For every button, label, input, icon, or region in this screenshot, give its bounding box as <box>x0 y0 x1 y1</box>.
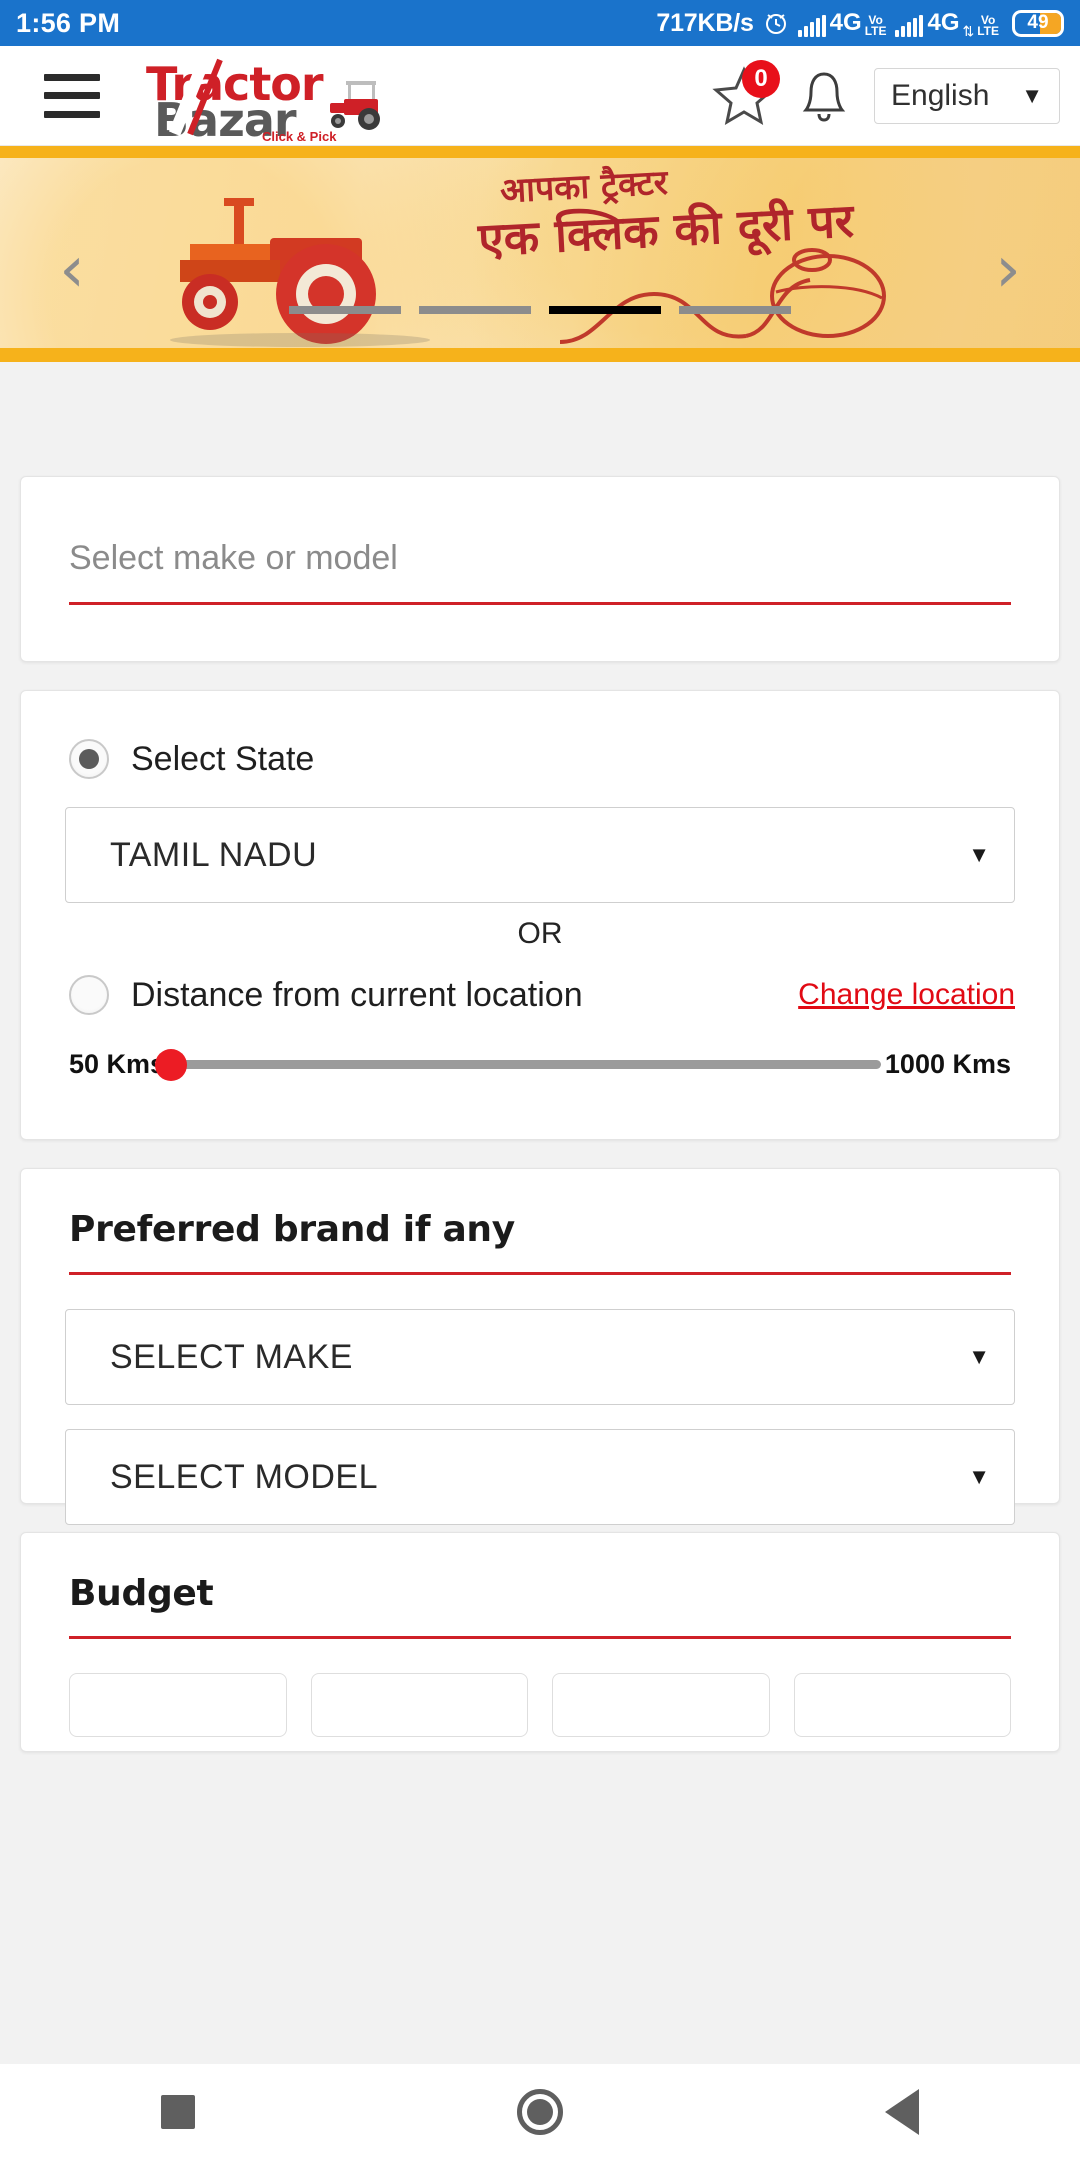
state-select[interactable]: TAMIL NADU ▼ <box>65 807 1015 903</box>
budget-chip[interactable] <box>552 1673 770 1737</box>
app-header: Tractor Bazar Click & Pick 0 English ▼ <box>0 46 1080 147</box>
carousel-indicator[interactable] <box>419 306 531 314</box>
budget-chip[interactable] <box>310 1673 528 1737</box>
android-navigation-bar <box>0 2064 1080 2160</box>
model-select-wrapper[interactable]: SELECT MODEL ▼ <box>21 1405 1059 1525</box>
square-recents-icon[interactable] <box>161 2095 195 2129</box>
budget-chip-row[interactable] <box>21 1639 1059 1737</box>
carousel-indicator-active[interactable] <box>549 306 661 314</box>
network-speed-text: 717KB/s <box>656 8 754 37</box>
make-select-value: SELECT MAKE <box>110 1337 353 1376</box>
state-select-value: TAMIL NADU <box>110 835 318 874</box>
distance-slider-track[interactable] <box>155 1048 881 1081</box>
search-input[interactable]: Select make or model <box>69 539 1011 578</box>
state-select-wrapper[interactable]: TAMIL NADU ▼ <box>21 779 1059 903</box>
budget-header: Budget <box>21 1533 1059 1639</box>
alarm-clock-icon <box>763 10 789 36</box>
language-value: English <box>891 78 990 112</box>
favorites-button[interactable]: 0 <box>712 59 780 128</box>
app-logo[interactable]: Tractor Bazar Click & Pick <box>142 53 382 147</box>
model-select[interactable]: SELECT MODEL ▼ <box>65 1429 1015 1525</box>
favorites-badge: 0 <box>742 59 780 98</box>
status-bar: 1:56 PM 717KB/s 4G Vo LTE 4G ⇅ Vo LTE 49 <box>0 0 1080 46</box>
chevron-down-icon: ▼ <box>968 1464 990 1489</box>
or-divider-label: OR <box>517 917 563 950</box>
carousel-next-button[interactable]: › <box>976 238 1040 306</box>
battery-icon: 49 <box>1012 9 1064 37</box>
model-select-value: SELECT MODEL <box>110 1457 379 1496</box>
budget-section-title: Budget <box>69 1573 214 1614</box>
phone-screen: 1:56 PM 717KB/s 4G Vo LTE 4G ⇅ Vo LTE 49… <box>0 0 1080 2160</box>
signal-bars-icon <box>797 15 826 37</box>
chevron-down-icon: ▼ <box>968 1344 990 1369</box>
select-state-radio-row[interactable]: Select State <box>21 691 1059 779</box>
circle-home-icon[interactable] <box>517 2089 563 2135</box>
search-field-wrapper[interactable]: Select make or model <box>69 539 1011 605</box>
signal-bars-icon-2 <box>895 15 924 37</box>
sim2-volte-icon: Vo LTE <box>977 13 999 38</box>
distance-radio-row[interactable]: Distance from current location Change lo… <box>21 951 1059 1015</box>
chevron-down-icon: ▼ <box>968 842 990 867</box>
distance-label: Distance from current location <box>131 975 583 1014</box>
data-transfer-icon: ⇅ <box>962 23 975 39</box>
bell-icon[interactable] <box>800 68 848 124</box>
carousel-indicator[interactable] <box>679 306 791 314</box>
select-state-label: Select State <box>131 739 315 778</box>
sim2-signal: 4G ⇅ Vo LTE <box>895 9 999 39</box>
brand-section-title: Preferred brand if any <box>69 1209 515 1250</box>
banner-bottom-strip <box>0 348 1080 362</box>
sim1-volte-icon: Vo LTE <box>864 13 887 38</box>
triangle-back-icon[interactable] <box>885 2089 919 2135</box>
carousel-indicator[interactable] <box>289 306 401 314</box>
brand-header: Preferred brand if any <box>21 1169 1059 1275</box>
search-card: Select make or model <box>20 476 1060 662</box>
logo-tagline: Click & Pick <box>262 128 337 144</box>
select-state-radio[interactable] <box>69 739 109 779</box>
change-location-link[interactable]: Change location <box>798 978 1015 1012</box>
sim1-network-label: 4G <box>829 9 862 36</box>
carousel-indicators[interactable] <box>0 306 1080 314</box>
sim1-signal: 4G Vo LTE <box>797 9 887 38</box>
search-underline <box>69 602 1011 605</box>
budget-chip[interactable] <box>69 1673 287 1737</box>
banner-top-strip <box>0 146 1080 158</box>
header-actions: 0 English ▼ <box>712 59 1060 128</box>
hero-carousel[interactable]: आपका ट्रैक्टर एक क्लिक की दूरी पर ‹ › <box>0 146 1080 362</box>
status-icons: 717KB/s 4G Vo LTE 4G ⇅ Vo LTE 49 <box>656 9 1064 38</box>
budget-card: Budget <box>20 1532 1060 1752</box>
tractor-illustration <box>170 198 430 347</box>
tractor-illustration-icon <box>330 80 380 130</box>
location-card: Select State TAMIL NADU ▼ OR Distance fr… <box>20 690 1060 1140</box>
hamburger-menu-icon[interactable] <box>44 73 100 118</box>
make-select[interactable]: SELECT MAKE ▼ <box>65 1309 1015 1405</box>
status-clock: 1:56 PM <box>16 7 121 38</box>
slider-min-label: 50 Kms <box>69 1049 166 1079</box>
distance-slider-row[interactable]: 50 Kms 1000 Kms <box>21 1015 1059 1081</box>
carousel-prev-button[interactable]: ‹ <box>40 238 104 306</box>
chevron-down-icon: ▼ <box>1021 82 1043 108</box>
slider-max-label: 1000 Kms <box>884 1049 1011 1079</box>
budget-chip[interactable] <box>793 1673 1011 1737</box>
distance-slider-thumb[interactable] <box>155 1048 188 1081</box>
distance-radio[interactable] <box>69 975 109 1015</box>
language-selector[interactable]: English ▼ <box>874 67 1060 124</box>
make-select-wrapper[interactable]: SELECT MAKE ▼ <box>21 1275 1059 1405</box>
battery-level-text: 49 <box>1027 12 1049 34</box>
preferred-brand-card: Preferred brand if any SELECT MAKE ▼ SEL… <box>20 1168 1060 1525</box>
sim2-network-label: 4G <box>927 9 960 36</box>
